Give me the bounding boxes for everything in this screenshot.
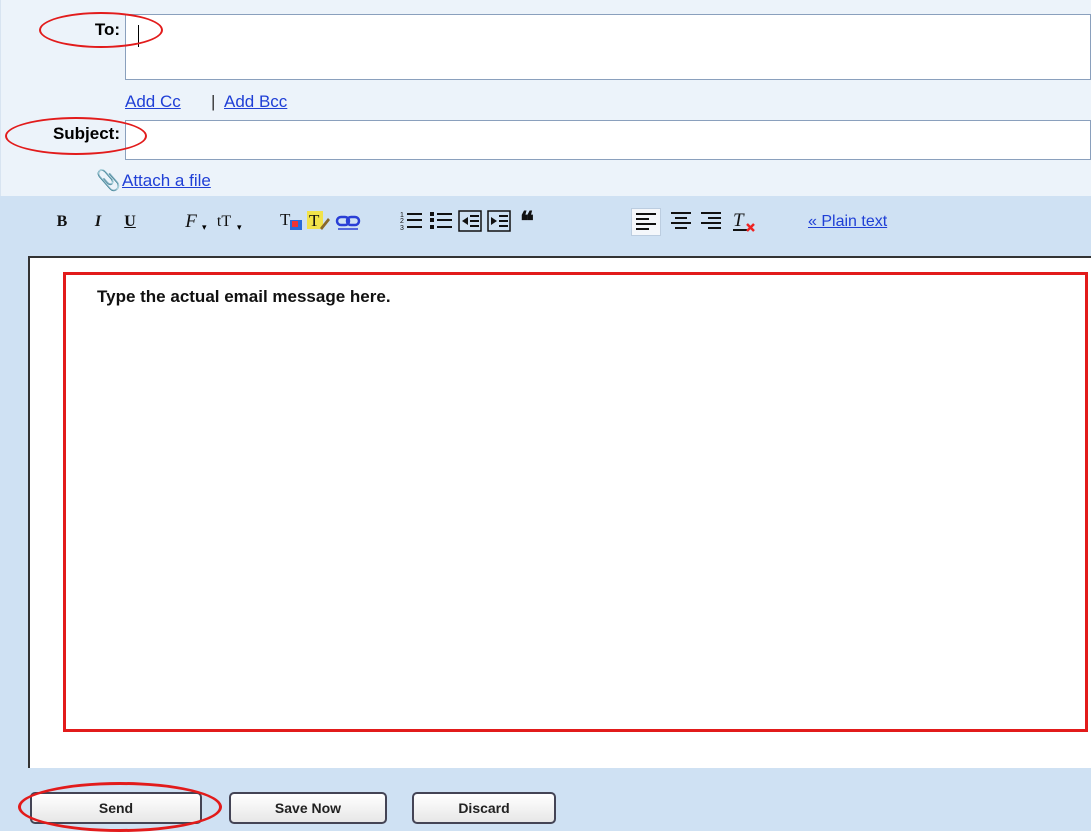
to-label: To:	[94, 20, 120, 39]
remove-formatting-icon: T	[733, 210, 755, 232]
quote-button[interactable]: ❝	[514, 208, 540, 236]
numbered-list-icon: 1 2 3	[400, 212, 422, 232]
indent-more-button[interactable]	[486, 208, 512, 236]
italic-button[interactable]: I	[86, 208, 110, 236]
svg-text:T: T	[280, 210, 291, 229]
indent-less-button[interactable]	[457, 208, 483, 236]
subject-input[interactable]	[125, 120, 1091, 160]
align-left-button[interactable]	[631, 208, 661, 236]
annotation-box-message	[63, 272, 1088, 732]
highlight-button[interactable]: T	[306, 208, 332, 236]
message-text: Type the actual email message here.	[97, 287, 391, 306]
save-now-label: Save Now	[274, 800, 342, 816]
align-right-icon	[701, 212, 721, 229]
bold-button[interactable]: B	[50, 208, 74, 236]
add-bcc-link[interactable]: Add Bcc	[224, 92, 287, 112]
size-button[interactable]: tT	[210, 208, 238, 236]
link-icon	[335, 215, 361, 230]
size-label: tT	[216, 213, 232, 230]
size-dropdown-icon: ▾	[237, 222, 242, 232]
align-center-button[interactable]	[667, 208, 695, 236]
to-input[interactable]	[125, 14, 1091, 80]
save-now-button[interactable]: Save Now	[229, 792, 387, 824]
send-label: Send	[98, 800, 134, 816]
indent-less-icon	[458, 210, 482, 232]
align-center-icon	[671, 212, 691, 229]
discard-button[interactable]: Discard	[412, 792, 556, 824]
formatting-toolbar	[0, 196, 1091, 254]
paperclip-icon: 📎	[96, 170, 121, 192]
align-right-button[interactable]	[697, 208, 725, 236]
discard-label: Discard	[458, 800, 510, 816]
svg-text:T: T	[309, 211, 320, 230]
subject-label: Subject:	[52, 124, 120, 143]
indent-more-icon	[487, 210, 511, 232]
add-cc-link[interactable]: Add Cc	[125, 92, 181, 112]
align-left-icon	[636, 213, 656, 230]
bulleted-list-icon	[430, 212, 452, 229]
underline-button[interactable]: U	[117, 208, 143, 236]
link-button[interactable]	[334, 208, 362, 236]
highlight-icon: T	[307, 211, 330, 230]
bulleted-list-button[interactable]	[428, 208, 454, 236]
link-separator: |	[211, 92, 216, 111]
svg-text:T: T	[733, 210, 745, 231]
quote-icon: ❝	[520, 207, 534, 236]
numbered-list-button[interactable]: 1 2 3	[398, 208, 424, 236]
plain-text-link[interactable]: « Plain text	[808, 213, 887, 231]
font-label: F	[185, 211, 197, 232]
svg-text:3: 3	[400, 225, 404, 232]
text-cursor	[138, 25, 139, 47]
text-color-icon: T	[280, 210, 302, 230]
svg-text:2: 2	[400, 218, 404, 225]
font-dropdown-icon: ▾	[202, 222, 207, 232]
font-button[interactable]: F	[180, 208, 202, 236]
send-button[interactable]: Send	[30, 792, 202, 824]
attach-file-link[interactable]: Attach a file	[122, 171, 211, 191]
remove-formatting-button[interactable]: T	[730, 208, 758, 236]
text-color-button[interactable]: T	[278, 208, 304, 236]
